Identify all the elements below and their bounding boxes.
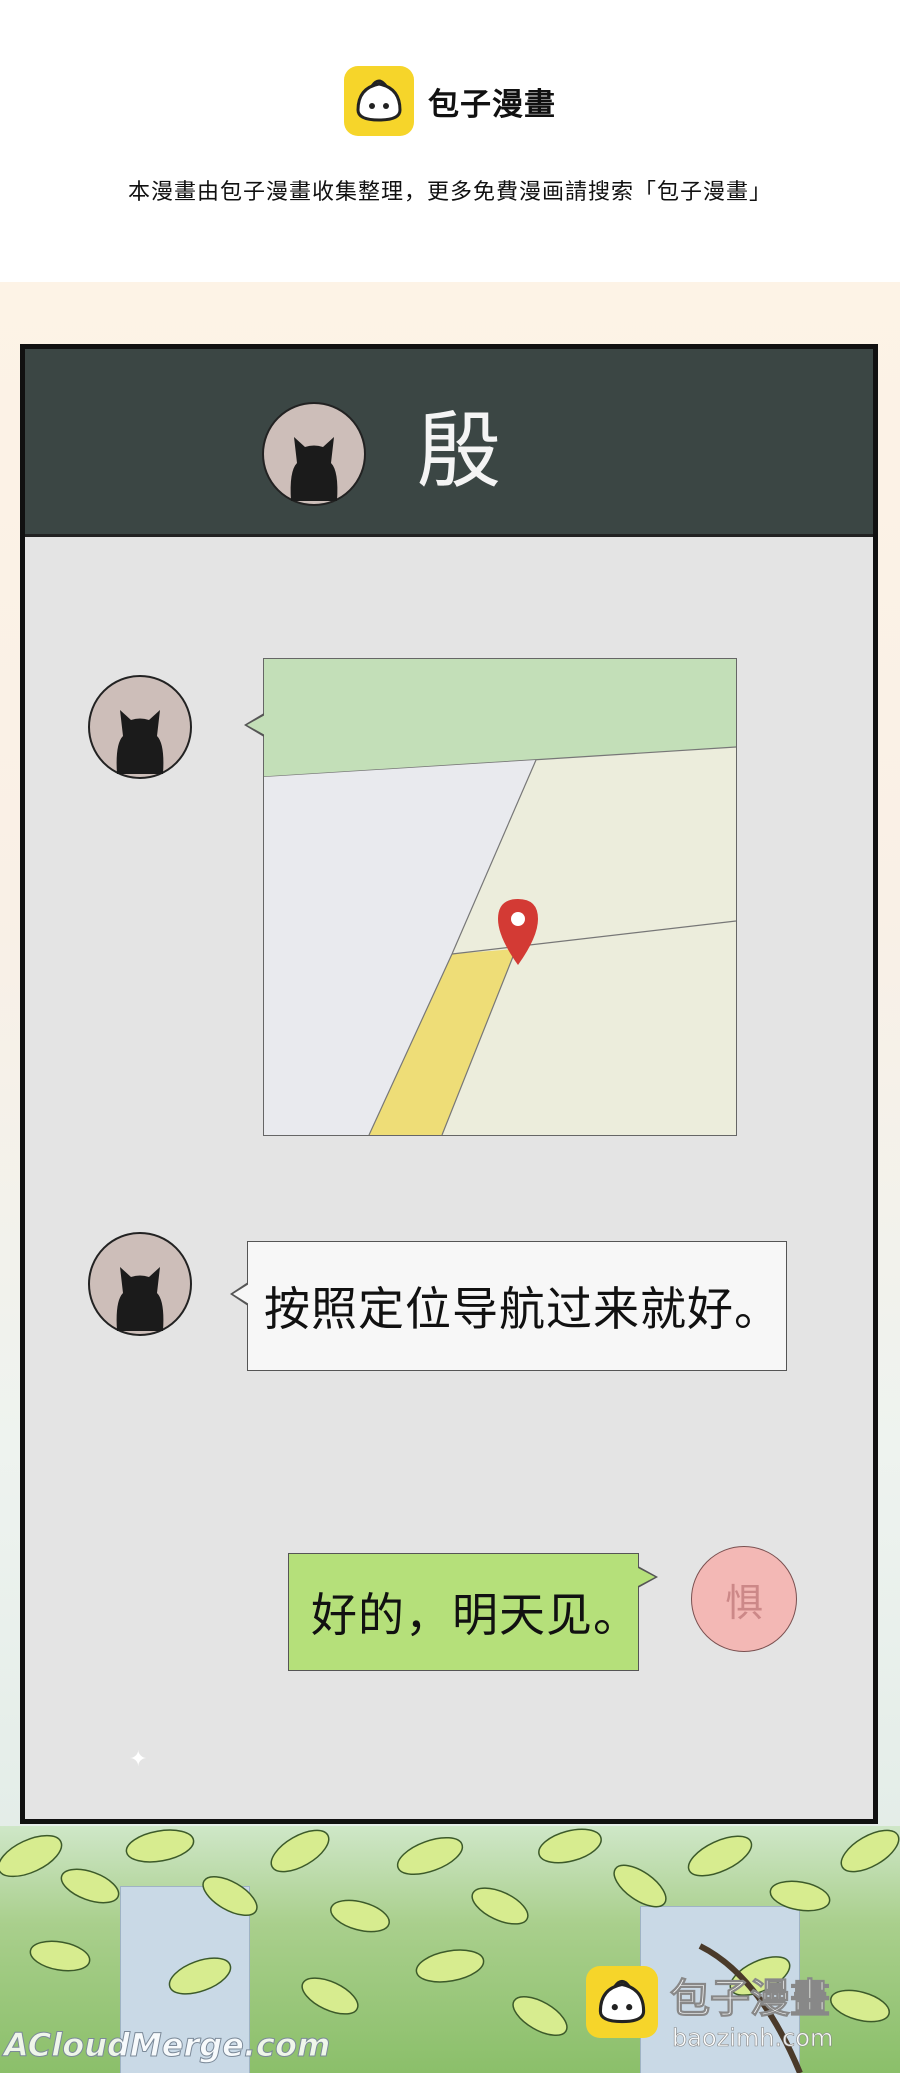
message-avatar[interactable] (87, 674, 193, 780)
location-map-message[interactable] (244, 658, 737, 1136)
contact-name: 殷 (417, 402, 502, 500)
black-cat-avatar-icon (88, 675, 192, 779)
phone-chat-screen: 殷 按照定位导航过来就好。 好的，明天见。 惧 ✦ (20, 344, 878, 1824)
bubble-tail-fill (233, 1284, 249, 1304)
bubble-tail-fill (638, 1568, 655, 1586)
contact-avatar[interactable] (261, 401, 367, 507)
bun-logo-icon (586, 1966, 658, 2038)
self-avatar[interactable]: 惧 (691, 1546, 797, 1652)
message-text: 按照定位导航过来就好。 (264, 1282, 781, 1336)
black-cat-avatar-icon (88, 1232, 192, 1336)
black-cat-avatar-icon (262, 402, 366, 506)
brand-row: 包子漫畫 (0, 66, 900, 136)
collection-notice: 本漫畫由包子漫畫收集整理，更多免費漫画請搜索「包子漫畫」 (127, 180, 772, 205)
message-avatar[interactable] (87, 1231, 193, 1337)
bubble-tail-fill (247, 715, 265, 735)
outgoing-message-bubble[interactable]: 好的，明天见。 (288, 1553, 658, 1671)
watermark-text: ACloudMerge.com (3, 2026, 331, 2065)
message-text: 好的，明天见。 (311, 1588, 640, 1642)
footer-domain: baozimh.com (672, 2024, 834, 2053)
incoming-message-bubble[interactable]: 按照定位导航过来就好。 (230, 1241, 787, 1371)
footer-brand-name: 包子漫畫 (670, 1976, 831, 2023)
brand-name[interactable]: 包子漫畫 (428, 79, 556, 124)
bun-logo-icon (344, 66, 414, 136)
location-map[interactable] (263, 659, 737, 1136)
chat-header: 殷 (25, 349, 873, 537)
self-avatar-char: 惧 (724, 1580, 763, 1625)
site-header: 包子漫畫 本漫畫由包子漫畫收集整理，更多免費漫画請搜索「包子漫畫」 (0, 0, 900, 282)
sparkle-icon: ✦ (129, 1747, 148, 1772)
